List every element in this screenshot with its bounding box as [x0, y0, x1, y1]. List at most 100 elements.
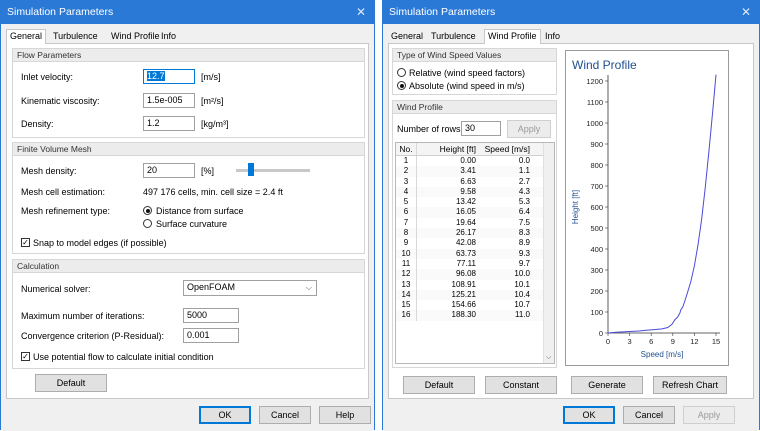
cancel-button[interactable]: Cancel [259, 406, 311, 424]
y-tick-label: 1100 [587, 98, 603, 107]
wind-profile-table[interactable]: No. Height [ft] Speed [m/s] 1 0.00 0.0 2 3.4… [395, 142, 555, 364]
mesh-density-input[interactable]: 20 [143, 163, 195, 178]
snap-edges-label[interactable]: Snap to model edges (if possible) [33, 238, 167, 248]
x-tick-label: 3 [628, 337, 632, 346]
mesh-density-slider-thumb[interactable] [247, 163, 254, 176]
row-height: 9.58 [460, 186, 476, 196]
tab-wind-profile[interactable]: Wind Profile [108, 30, 163, 43]
generate-button[interactable]: Generate [571, 376, 643, 394]
inlet-velocity-label: Inlet velocity: [21, 72, 74, 82]
potential-flow-label[interactable]: Use potential flow to calculate initial … [33, 352, 214, 362]
row-speed: 8.9 [518, 238, 530, 248]
help-button[interactable]: Help [319, 406, 371, 424]
table-scrollbar[interactable]: ⌵ [543, 143, 554, 363]
inlet-velocity-input[interactable]: 12.7 [143, 69, 195, 84]
general-dialog: Simulation Parameters ✕ General Turbulen… [0, 0, 375, 431]
row-speed: 10.7 [514, 300, 530, 310]
y-tick-label: 1000 [586, 119, 603, 128]
tab-general[interactable]: General [6, 29, 47, 44]
tab-general[interactable]: General [388, 30, 426, 43]
rows-input[interactable]: 30 [461, 121, 501, 136]
ok-button[interactable]: OK [563, 406, 615, 424]
row-no: 9 [396, 238, 417, 249]
tab-bar: General Turbulence Wind Profile Info [388, 29, 754, 44]
row-height: 77.11 [456, 258, 476, 268]
default-button[interactable]: Default [35, 374, 107, 392]
table-row[interactable]: 11 77.11 9.7 [396, 258, 554, 270]
iterations-input[interactable]: 5000 [183, 308, 239, 323]
radio-relative[interactable] [397, 68, 406, 77]
tab-info[interactable]: Info [158, 30, 179, 43]
flow-parameters-group: Flow Parameters Inlet velocity: 12.7 [m/… [12, 48, 365, 138]
chevron-down-icon[interactable]: ⌵ [546, 354, 551, 362]
radio-surface-curvature-label[interactable]: Surface curvature [156, 219, 227, 229]
table-row[interactable]: 2 3.41 1.1 [396, 166, 554, 177]
mesh-density-label: Mesh density: [21, 166, 77, 176]
radio-distance-surface[interactable] [143, 206, 152, 215]
tab-turbulence[interactable]: Turbulence [50, 30, 101, 43]
table-row[interactable]: 7 19.64 7.5 [396, 217, 554, 229]
table-row[interactable]: 14 125.21 10.4 [396, 289, 554, 301]
row-height: 188.30 [451, 310, 476, 320]
row-speed: 0.0 [518, 156, 530, 165]
table-row[interactable]: 8 26.17 8.3 [396, 228, 554, 239]
solver-label: Numerical solver: [21, 284, 91, 294]
col-height: Height [ft] [439, 144, 476, 154]
table-row[interactable]: 13 108.91 10.1 [396, 279, 554, 290]
cell-estimation-value: 497 176 cells, min. cell size = 2.4 ft [143, 187, 283, 197]
snap-edges-checkbox[interactable]: ✓ [21, 238, 30, 247]
table-row[interactable]: 6 16.05 6.4 [396, 207, 554, 218]
tab-turbulence[interactable]: Turbulence [428, 30, 479, 43]
rows-label: Number of rows: [397, 124, 464, 134]
row-no: 3 [396, 176, 417, 187]
radio-absolute[interactable] [397, 81, 406, 90]
table-row[interactable]: 16 188.30 11.0 [396, 310, 554, 321]
cell-estimation-label: Mesh cell estimation: [21, 187, 106, 197]
x-tick-label: 15 [712, 337, 720, 346]
convergence-input[interactable]: 0.001 [183, 328, 239, 343]
ok-button[interactable]: OK [199, 406, 251, 424]
table-row[interactable]: 9 42.08 8.9 [396, 238, 554, 249]
table-row[interactable]: 3 6.63 2.7 [396, 176, 554, 187]
x-tick-label: 0 [606, 337, 610, 346]
density-input[interactable]: 1.2 [143, 116, 195, 131]
row-height: 63.73 [455, 248, 476, 258]
row-no: 15 [396, 300, 417, 311]
radio-absolute-label[interactable]: Absolute (wind speed in m/s) [409, 81, 525, 91]
row-height: 13.42 [455, 197, 476, 207]
row-height: 0.00 [460, 156, 476, 165]
table-row[interactable]: 10 63.73 9.3 [396, 248, 554, 259]
row-speed: 10.0 [514, 269, 530, 279]
apply-button[interactable]: Apply [683, 406, 735, 424]
default-button[interactable]: Default [403, 376, 475, 394]
table-header: No. Height [ft] Speed [m/s] [396, 143, 554, 156]
row-no: 11 [396, 258, 417, 270]
potential-flow-checkbox[interactable]: ✓ [21, 352, 30, 361]
row-height: 3.41 [460, 166, 476, 176]
viscosity-input[interactable]: 1.5e-005 [143, 93, 195, 108]
y-tick-label: 1200 [586, 77, 603, 86]
x-axis-label: Speed [m/s] [641, 350, 684, 359]
tab-info[interactable]: Info [542, 30, 563, 43]
refresh-chart-button[interactable]: Refresh Chart [653, 376, 727, 394]
table-row[interactable]: 4 9.58 4.3 [396, 186, 554, 198]
solver-select[interactable]: OpenFOAM ⌵ [183, 280, 317, 296]
tab-wind-profile[interactable]: Wind Profile [484, 29, 541, 44]
constant-button[interactable]: Constant [485, 376, 557, 394]
apply-rows-button[interactable]: Apply [507, 120, 551, 138]
y-tick-label: 200 [590, 287, 603, 296]
radio-distance-surface-label[interactable]: Distance from surface [156, 206, 244, 216]
dialog-footer: OK Cancel Apply [383, 401, 759, 431]
radio-relative-label[interactable]: Relative (wind speed factors) [409, 68, 525, 78]
radio-surface-curvature[interactable] [143, 219, 152, 228]
table-row[interactable]: 12 96.08 10.0 [396, 269, 554, 280]
table-row[interactable]: 15 154.66 10.7 [396, 300, 554, 311]
cancel-button[interactable]: Cancel [623, 406, 675, 424]
table-row[interactable]: 5 13.42 5.3 [396, 197, 554, 208]
row-no: 13 [396, 279, 417, 290]
table-row[interactable]: 1 0.00 0.0 [396, 156, 554, 167]
row-no: 16 [396, 310, 417, 321]
title-bar: Simulation Parameters ✕ [383, 1, 759, 24]
close-icon[interactable]: ✕ [356, 1, 366, 24]
close-icon[interactable]: ✕ [741, 1, 751, 24]
